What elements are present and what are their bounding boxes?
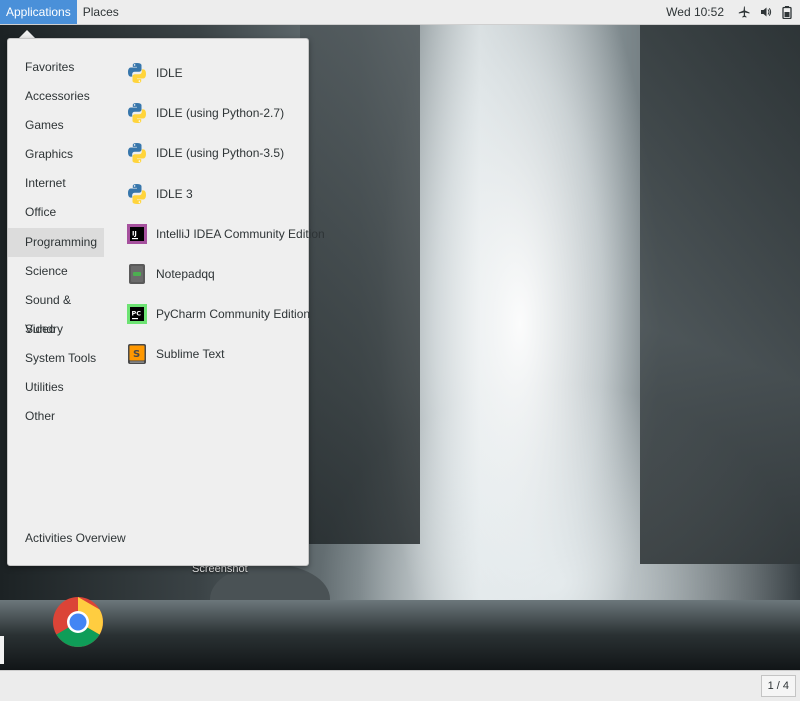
app-label: IDLE (using Python-2.7) xyxy=(156,106,285,121)
app-item-idle-python-2-7[interactable]: IDLE (using Python-2.7) xyxy=(126,93,306,133)
category-games[interactable]: Games xyxy=(8,111,104,140)
intellij-icon: IJ xyxy=(127,223,147,244)
app-item-sublime[interactable]: S Sublime Text xyxy=(126,334,306,374)
applications-menu-button[interactable]: Applications xyxy=(0,0,77,24)
app-item-intellij[interactable]: IJ IntelliJ IDEA Community Edition xyxy=(126,214,325,254)
applications-menu: Favorites Accessories Games Graphics Int… xyxy=(7,38,325,566)
top-bar: Applications Places Wed 10:52 xyxy=(0,0,800,25)
app-label: IDLE 3 xyxy=(156,186,193,201)
chrome-icon[interactable] xyxy=(52,582,104,662)
svg-text:S: S xyxy=(133,349,140,360)
app-item-idle[interactable]: IDLE xyxy=(126,53,306,93)
category-office[interactable]: Office xyxy=(8,198,104,227)
bottom-bar: 1 / 4 xyxy=(0,670,800,701)
python-icon xyxy=(128,143,146,164)
app-label: IDLE (using Python-3.5) xyxy=(156,146,285,161)
sublime-icon: S xyxy=(128,344,146,365)
category-system-tools[interactable]: System Tools xyxy=(8,344,104,373)
category-accessories[interactable]: Accessories xyxy=(8,82,104,111)
app-label: IntelliJ IDEA Community Edition xyxy=(156,226,325,241)
clock[interactable]: Wed 10:52 xyxy=(666,5,724,19)
app-label: PyCharm Community Edition xyxy=(156,307,311,322)
category-utilities[interactable]: Utilities xyxy=(8,373,104,402)
window-edge xyxy=(0,636,4,664)
category-other[interactable]: Other xyxy=(8,402,104,431)
app-label: Sublime Text xyxy=(156,347,225,362)
category-sundry[interactable]: Sundry xyxy=(8,315,104,344)
category-list: Favorites Accessories Games Graphics Int… xyxy=(8,53,104,431)
category-science[interactable]: Science xyxy=(8,257,104,286)
app-item-pycharm[interactable]: PC PyCharm Community Edition xyxy=(126,294,310,334)
wallpaper-cliff-right xyxy=(640,24,800,564)
category-internet[interactable]: Internet xyxy=(8,169,104,198)
python-icon xyxy=(128,63,146,84)
app-item-notepadqq[interactable]: Notepadqq xyxy=(126,254,306,294)
airplane-mode-icon xyxy=(738,6,750,18)
volume-muted-icon xyxy=(761,7,772,17)
category-sound-video[interactable]: Sound & Video xyxy=(8,286,104,336)
python-icon xyxy=(128,183,146,204)
wallpaper-cliff-left xyxy=(300,24,420,544)
category-graphics[interactable]: Graphics xyxy=(8,140,104,169)
pycharm-icon: PC xyxy=(127,304,147,325)
app-list: IDLE IDLE (using Python-2.7) IDLE (using… xyxy=(126,53,325,375)
menu-pointer xyxy=(19,30,35,38)
activities-overview-link[interactable]: Activities Overview xyxy=(25,531,126,545)
battery-icon xyxy=(782,5,792,19)
svg-text:PC: PC xyxy=(132,310,142,318)
wallpaper-ground xyxy=(0,600,800,670)
system-tray[interactable] xyxy=(738,5,792,19)
svg-text:IJ: IJ xyxy=(132,229,137,237)
app-label: IDLE xyxy=(156,66,183,81)
python-icon xyxy=(128,103,146,124)
places-menu-button[interactable]: Places xyxy=(77,0,125,24)
app-item-idle-python-3-5[interactable]: IDLE (using Python-3.5) xyxy=(126,133,306,173)
notepadqq-icon xyxy=(129,264,145,285)
category-programming[interactable]: Programming xyxy=(8,227,104,257)
app-item-idle-3[interactable]: IDLE 3 xyxy=(126,174,306,214)
workspace-indicator[interactable]: 1 / 4 xyxy=(760,675,796,697)
category-favorites[interactable]: Favorites xyxy=(8,53,104,82)
app-label: Notepadqq xyxy=(156,267,215,282)
